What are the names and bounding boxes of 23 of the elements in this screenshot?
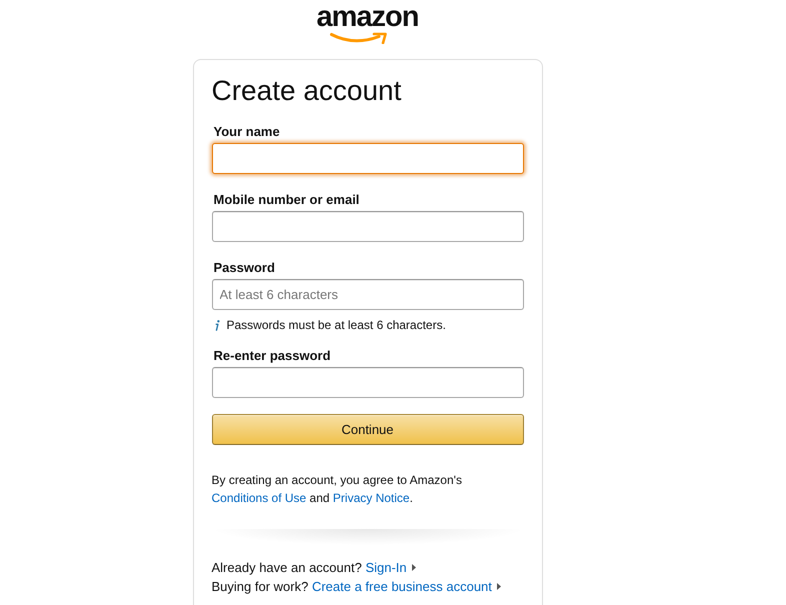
input-field[interactable]: At least 6 characters — [212, 279, 524, 310]
prompt-text: Buying for work? — [212, 579, 308, 594]
footer-link[interactable]: Sign-In — [365, 560, 416, 575]
footer-link[interactable]: Create a free business account — [312, 579, 501, 594]
caret-icon — [412, 564, 416, 571]
logo-text: amazon — [316, 3, 418, 32]
smile-arrow-icon — [330, 32, 388, 44]
input-field[interactable] — [212, 211, 524, 242]
legal-link[interactable]: Privacy Notice — [332, 491, 410, 505]
legal-link[interactable]: Conditions of Use — [212, 491, 306, 505]
legal-notice: By creating an account, you agree to Amazon's Conditions of Use and Privacy Notice. — [212, 472, 463, 507]
field-label: Re-enter password — [212, 347, 332, 365]
input-field[interactable] — [212, 143, 524, 174]
continue-button[interactable]: Continue — [212, 414, 524, 445]
hint-text: Passwords must be at least 6 characters. — [226, 317, 446, 333]
prompt-text: Already have an account? — [212, 560, 362, 575]
field-label: Your name — [212, 123, 281, 141]
input-field[interactable] — [212, 367, 524, 398]
field-label: Password — [212, 259, 276, 277]
info-icon — [214, 320, 220, 330]
form-title: Create account — [212, 74, 402, 108]
caret-icon — [496, 583, 501, 590]
field-label: Mobile number or email — [212, 191, 360, 209]
